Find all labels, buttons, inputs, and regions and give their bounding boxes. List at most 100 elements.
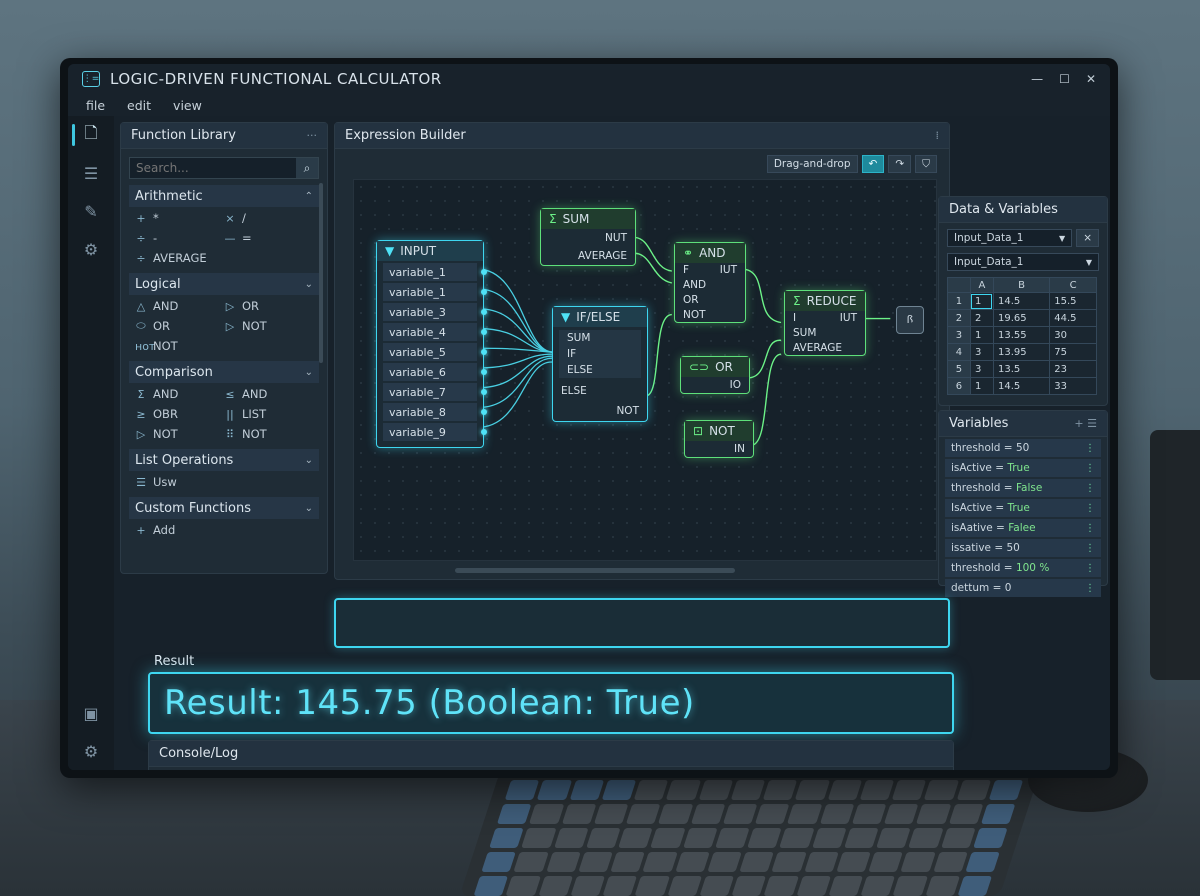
output-port[interactable]: IO: [681, 377, 749, 393]
dataset-select[interactable]: Input_Data_1 ▼: [947, 229, 1073, 247]
menu-file[interactable]: file: [86, 98, 105, 113]
category-header[interactable]: List Operations ⌄: [129, 449, 319, 471]
input-port[interactable]: ELSE: [553, 381, 647, 401]
function-item[interactable]: ≥ OBR: [135, 407, 224, 421]
more-icon[interactable]: ···: [307, 129, 318, 142]
kebab-menu-icon[interactable]: ⋮: [1085, 483, 1095, 494]
input-variable[interactable]: variable_8: [383, 403, 487, 421]
variable-row[interactable]: threshold = 100 % ⋮: [945, 559, 1101, 577]
output-port[interactable]: [481, 329, 487, 335]
ifelse-node[interactable]: ▼ IF/ELSE SUM IF ELSE ELSE NOT: [552, 306, 648, 422]
more-icon[interactable]: ⁞: [936, 129, 940, 142]
function-item[interactable]: ▷ OR: [224, 299, 313, 313]
grid-cell[interactable]: 3: [969, 343, 994, 361]
kebab-menu-icon[interactable]: ⋮: [1085, 583, 1095, 594]
function-item[interactable]: || LIST: [224, 407, 313, 421]
input-variable[interactable]: variable_6: [383, 363, 487, 381]
sheet-select[interactable]: Input_Data_1 ▼: [947, 253, 1099, 271]
category-header[interactable]: Arithmetic ⌃: [129, 185, 319, 207]
output-port[interactable]: AVERAGE: [541, 247, 635, 265]
grid-cell[interactable]: 1: [969, 377, 994, 395]
drag-and-drop-button[interactable]: Drag-and-drop: [766, 155, 858, 173]
category-header[interactable]: Custom Functions ⌄: [129, 497, 319, 519]
input-port[interactable]: I IUT: [785, 311, 865, 325]
grid-cell[interactable]: 30: [1049, 326, 1097, 344]
category-header[interactable]: Logical ⌄: [129, 273, 319, 295]
grid-cell[interactable]: 2: [969, 309, 994, 327]
search-input[interactable]: [130, 158, 296, 178]
input-port[interactable]: AND: [675, 277, 745, 292]
search-icon[interactable]: ⌕: [296, 158, 318, 178]
not-node[interactable]: ⊡ NOT IN: [684, 420, 754, 458]
input-variable[interactable]: variable_1: [383, 283, 487, 301]
kebab-menu-icon[interactable]: ⋮: [1085, 503, 1095, 514]
output-port[interactable]: [481, 429, 487, 435]
function-item[interactable]: + Add: [135, 523, 313, 537]
input-node[interactable]: ▼ INPUT variable_1 variable_1 variable_3 vari…: [376, 240, 487, 448]
reduce-node[interactable]: Σ REDUCE I IUT SUM AVERAGE: [784, 290, 866, 356]
grid-cell[interactable]: 13.55: [992, 326, 1051, 344]
input-port[interactable]: AVERAGE: [785, 340, 865, 355]
input-port[interactable]: SUM: [785, 325, 865, 340]
variable-row[interactable]: threshold = 50 ⋮: [945, 439, 1101, 457]
output-port[interactable]: [481, 309, 487, 315]
kebab-menu-icon[interactable]: ⋮: [1085, 543, 1095, 554]
grid-cell[interactable]: 33: [1049, 377, 1097, 395]
output-port[interactable]: NOT: [553, 401, 647, 421]
grid-cell[interactable]: 1: [969, 326, 994, 344]
library-scrollbar[interactable]: [319, 183, 323, 363]
grid-cell[interactable]: 75: [1049, 343, 1097, 361]
or-node[interactable]: ⊂⊃ OR IO: [680, 356, 750, 394]
output-port[interactable]: [481, 389, 487, 395]
menu-view[interactable]: view: [173, 98, 202, 113]
function-item[interactable]: + *: [135, 211, 224, 225]
and-node[interactable]: ⚭ AND F IUT AND OR NOT: [674, 242, 746, 323]
close-dataset-icon[interactable]: ×: [1076, 229, 1099, 247]
input-variable[interactable]: variable_4: [383, 323, 487, 341]
minimize-button[interactable]: —: [1031, 72, 1043, 86]
function-item[interactable]: ⠿ NOT: [224, 427, 313, 441]
grid-cell[interactable]: 14.5: [992, 292, 1051, 310]
output-port[interactable]: [481, 289, 487, 295]
variable-row[interactable]: isActive = True ⋮: [945, 459, 1101, 477]
column-header[interactable]: B: [992, 277, 1051, 293]
function-item[interactable]: × /: [224, 211, 313, 225]
kebab-menu-icon[interactable]: ⋮: [1085, 463, 1095, 474]
output-node[interactable]: ꟗ: [896, 306, 924, 334]
maximize-button[interactable]: ☐: [1059, 72, 1070, 86]
variable-row[interactable]: issative = 50 ⋮: [945, 539, 1101, 557]
input-port[interactable]: F IUT: [675, 263, 745, 277]
close-button[interactable]: ✕: [1086, 72, 1096, 86]
canvas-horizontal-scrollbar[interactable]: [455, 568, 735, 573]
gear-icon[interactable]: ⚙: [68, 230, 114, 268]
input-variable[interactable]: variable_5: [383, 343, 487, 361]
grid-cell[interactable]: 1: [969, 292, 994, 310]
menu-edit[interactable]: edit: [127, 98, 151, 113]
variable-row[interactable]: dettum = 0 ⋮: [945, 579, 1101, 597]
column-header[interactable]: C: [1049, 277, 1097, 293]
grid-cell[interactable]: 13.95: [992, 343, 1051, 361]
pencil-icon[interactable]: ✎: [68, 192, 114, 230]
input-variable[interactable]: variable_9: [383, 423, 487, 441]
input-port[interactable]: SUM: [559, 330, 641, 346]
output-port[interactable]: [481, 269, 487, 275]
shield-icon[interactable]: ⛉: [915, 155, 937, 173]
variable-row[interactable]: IsActive = True ⋮: [945, 499, 1101, 517]
output-port[interactable]: NUT: [541, 229, 635, 247]
grid-cell[interactable]: 3: [969, 360, 994, 378]
column-header[interactable]: A: [969, 277, 994, 293]
grid-cell[interactable]: 44.5: [1049, 309, 1097, 327]
add-variable-icon[interactable]: + ☰: [1074, 417, 1097, 430]
function-item[interactable]: △ AND: [135, 299, 224, 313]
settings-gear-icon[interactable]: ⚙: [68, 732, 114, 770]
input-port[interactable]: IF: [559, 346, 641, 362]
output-port[interactable]: [481, 349, 487, 355]
input-port[interactable]: NOT: [675, 307, 745, 322]
input-variable[interactable]: variable_7: [383, 383, 487, 401]
kebab-menu-icon[interactable]: ⋮: [1085, 443, 1095, 454]
redo-icon[interactable]: ↷: [888, 155, 912, 173]
output-port[interactable]: [481, 369, 487, 375]
function-item[interactable]: ▷ NOT: [224, 319, 313, 333]
kebab-menu-icon[interactable]: ⋮: [1085, 563, 1095, 574]
function-item[interactable]: ▷ NOT: [135, 427, 224, 441]
